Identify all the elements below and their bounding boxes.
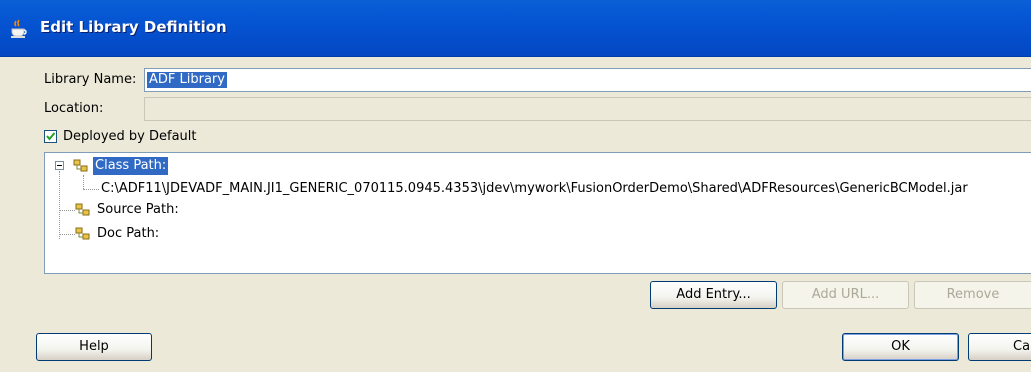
add-url-button[interactable]: Add URL... [782,281,909,309]
library-name-label: Library Name: [44,72,137,87]
doc-path-label: Doc Path: [97,226,160,241]
location-label: Location: [44,101,104,116]
class-path-label: Class Path: [93,157,169,175]
folder-tree-icon [75,227,90,240]
ok-button[interactable]: OK [842,333,959,361]
java-cup-icon [11,19,27,38]
cancel-button-clip: Cancel [968,333,1031,361]
class-path-entry[interactable]: C:\ADF11\JDEVADF_MAIN.JI1_GENERIC_070115… [101,180,968,198]
cancel-button[interactable]: Cancel [968,333,1031,361]
window-title: Edit Library Definition [40,18,227,36]
title-bar[interactable]: Edit Library Definition [0,0,1031,57]
remove-button[interactable]: Remove [914,281,1031,309]
library-name-input[interactable]: ADF Library [144,68,1031,92]
library-name-value: ADF Library [147,72,227,88]
folder-tree-icon [75,203,90,216]
class-path-entry-text: C:\ADF11\JDEVADF_MAIN.JI1_GENERIC_070115… [101,181,968,196]
deployed-checkbox[interactable] [44,130,57,143]
source-path-label: Source Path: [97,202,179,217]
help-button[interactable]: Help [36,333,152,361]
folder-tree-icon [73,159,88,172]
deployed-label: Deployed by Default [63,129,197,144]
collapse-toggle-icon[interactable] [55,161,64,170]
location-input[interactable] [144,97,1031,121]
add-entry-button[interactable]: Add Entry... [650,281,777,309]
library-path-tree[interactable]: Class Path: C:\ADF11\JDEVADF_MAIN.JI1_GE… [44,152,1031,274]
checkmark-icon [46,132,56,141]
